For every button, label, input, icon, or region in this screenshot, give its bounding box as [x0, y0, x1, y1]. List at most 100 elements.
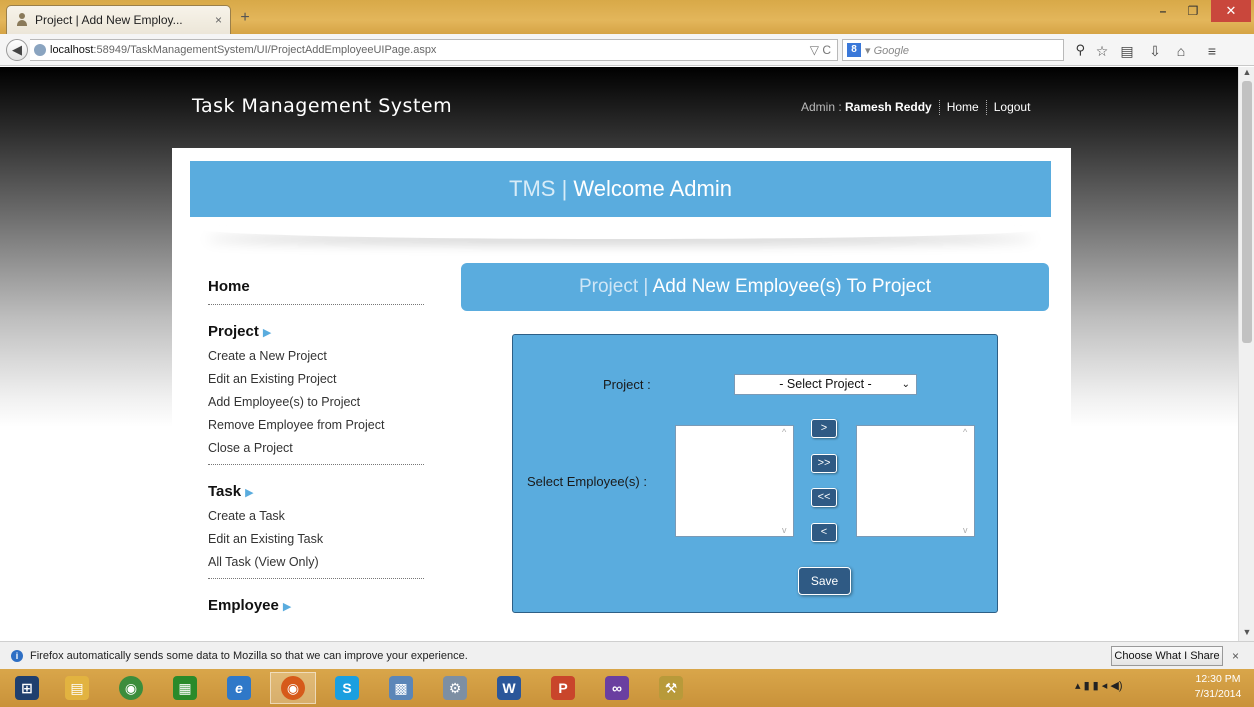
expand-arrow-icon: ▶ [282, 601, 292, 613]
page-viewport: Task Management System Admin : Ramesh Re… [0, 67, 1238, 641]
sidebar-divider [208, 464, 424, 465]
sidebar-project-heading[interactable]: Project ▶ [208, 319, 424, 345]
list-scrollbar[interactable] [960, 426, 974, 536]
sidebar-link-add-employee[interactable]: Add Employee(s) to Project [208, 391, 424, 414]
back-button[interactable]: ◀ [6, 39, 28, 61]
notification-close-icon[interactable]: × [1232, 649, 1239, 663]
browser-tab-bar: Project | Add New Employ... × + – ❐ ✕ [0, 0, 1254, 34]
new-tab-button[interactable]: + [234, 8, 256, 28]
nav-logout-link[interactable]: Logout [994, 100, 1031, 114]
sidebar-task-heading[interactable]: Task ▶ [208, 479, 424, 505]
page-title: Project | Add New Employee(s) To Project [461, 263, 1049, 311]
page-title-main: Add New Employee(s) To Project [652, 276, 932, 297]
sidebar-divider [208, 578, 424, 579]
taskbar-powerpoint[interactable]: P [540, 672, 586, 704]
sidebar-employee-heading[interactable]: Employee ▶ [208, 593, 424, 619]
user-name: Ramesh Reddy [845, 100, 932, 114]
window-close-button[interactable]: ✕ [1211, 0, 1251, 22]
taskbar-tools[interactable]: ⚒ [648, 672, 694, 704]
project-select[interactable]: - Select Project - ⌄ [734, 374, 917, 395]
taskbar-word[interactable]: W [486, 672, 532, 704]
info-icon: i [11, 650, 23, 662]
file-explorer-icon: ▤ [65, 676, 89, 700]
window-maximize-button[interactable]: ❐ [1180, 4, 1206, 22]
user-prefix: Admin : [801, 100, 846, 114]
tab-close-icon[interactable]: × [215, 13, 222, 27]
internet-explorer-icon: e [227, 676, 251, 700]
clock-date: 7/31/2014 [1194, 688, 1242, 700]
page-scrollbar[interactable]: ▲ ▼ [1238, 67, 1254, 641]
taskbar-ie[interactable]: e [216, 672, 262, 704]
search-icon[interactable]: ⚲ [1075, 42, 1085, 58]
taskbar-skype[interactable]: S [324, 672, 370, 704]
download-icon[interactable]: ⇩ [1146, 43, 1164, 59]
banner-prefix: TMS | [509, 176, 574, 201]
nav-separator [985, 100, 987, 116]
sidebar-link-create-task[interactable]: Create a Task [208, 505, 424, 528]
sidebar-link-edit-task[interactable]: Edit an Existing Task [208, 528, 424, 551]
gear-icon: ⚙ [443, 676, 467, 700]
scroll-thumb[interactable] [1242, 81, 1252, 343]
employees-label: Select Employee(s) : [527, 474, 647, 489]
taskbar-store[interactable]: ▦ [162, 672, 208, 704]
clock-time: 12:30 PM [1195, 673, 1241, 685]
available-employees-list[interactable] [675, 425, 794, 537]
expand-arrow-icon: ▶ [262, 327, 272, 339]
add-employee-form: Project : - Select Project - ⌄ Select Em… [512, 334, 998, 613]
bookmarks-list-icon[interactable]: ▤ [1118, 43, 1136, 59]
project-label: Project : [603, 377, 651, 392]
sidebar-home[interactable]: Home [208, 274, 424, 300]
notification-bar: i Firefox automatically sends some data … [0, 641, 1254, 669]
start-button[interactable]: ⊞ [4, 672, 50, 704]
bookmark-star-icon[interactable]: ☆ [1093, 43, 1111, 59]
move-right-button[interactable]: > [811, 419, 837, 438]
taskbar-visual-studio[interactable]: ∞ [594, 672, 640, 704]
page-favicon-icon [15, 13, 29, 27]
clock[interactable]: 12:30 PM 7/31/2014 [1188, 672, 1248, 702]
firefox-icon: ◉ [281, 676, 305, 700]
taskbar-settings[interactable]: ⚙ [432, 672, 478, 704]
sidebar-link-remove-employee[interactable]: Remove Employee from Project [208, 414, 424, 437]
sidebar: Home Project ▶ Create a New Project Edit … [208, 274, 424, 619]
sidebar-link-all-tasks[interactable]: All Task (View Only) [208, 551, 424, 574]
scroll-up-icon[interactable]: ▲ [1239, 67, 1254, 81]
system-tray[interactable]: ▴ ▮ ▮ ◂ ◀) [1075, 679, 1123, 692]
address-bar[interactable]: localhost:58949/TaskManagementSystem/UI/… [30, 39, 838, 61]
page-title-prefix: Project | [578, 276, 653, 297]
browser-nav-bar: ◀ localhost:58949/TaskManagementSystem/U… [0, 34, 1254, 66]
window-minimize-button[interactable]: – [1150, 4, 1176, 22]
globe-icon [34, 44, 46, 56]
store-icon: ▦ [173, 676, 197, 700]
powerpoint-icon: P [551, 676, 575, 700]
save-button[interactable]: Save [798, 567, 851, 595]
move-left-button[interactable]: < [811, 523, 837, 542]
nav-separator [938, 100, 940, 116]
move-all-left-button[interactable]: << [811, 488, 837, 507]
site-title: Task Management System [192, 95, 453, 117]
search-engine-icon[interactable]: 8 [847, 43, 861, 57]
home-icon[interactable]: ⌂ [1172, 43, 1190, 59]
search-bar[interactable]: 8 ▾ Google ⚲ [842, 39, 1085, 61]
taskbar-chrome[interactable]: ◉ [108, 672, 154, 704]
tools-icon: ⚒ [659, 676, 683, 700]
sidebar-link-edit-project[interactable]: Edit an Existing Project [208, 368, 424, 391]
address-url: localhost:58949/TaskManagementSystem/UI/… [50, 44, 437, 56]
control-panel-icon: ▩ [389, 676, 413, 700]
choose-what-i-share-button[interactable]: Choose What I Share [1111, 646, 1223, 666]
list-scrollbar[interactable] [779, 426, 793, 536]
selected-employees-list[interactable] [856, 425, 975, 537]
sidebar-divider [208, 304, 424, 305]
taskbar-firefox[interactable]: ◉ [270, 672, 316, 704]
sidebar-link-create-project[interactable]: Create a New Project [208, 345, 424, 368]
taskbar-explorer[interactable]: ▤ [54, 672, 100, 704]
taskbar-app[interactable]: ▩ [378, 672, 424, 704]
move-all-right-button[interactable]: >> [811, 454, 837, 473]
sidebar-link-close-project[interactable]: Close a Project [208, 437, 424, 460]
scroll-down-icon[interactable]: ▼ [1239, 627, 1254, 641]
project-select-value: - Select Project - [779, 377, 872, 391]
chrome-icon: ◉ [119, 676, 143, 700]
nav-home-link[interactable]: Home [947, 100, 979, 114]
menu-icon[interactable]: ≡ [1203, 43, 1221, 59]
reload-icon[interactable]: ▽ C [810, 43, 831, 57]
browser-tab[interactable]: Project | Add New Employ... × [6, 5, 231, 34]
